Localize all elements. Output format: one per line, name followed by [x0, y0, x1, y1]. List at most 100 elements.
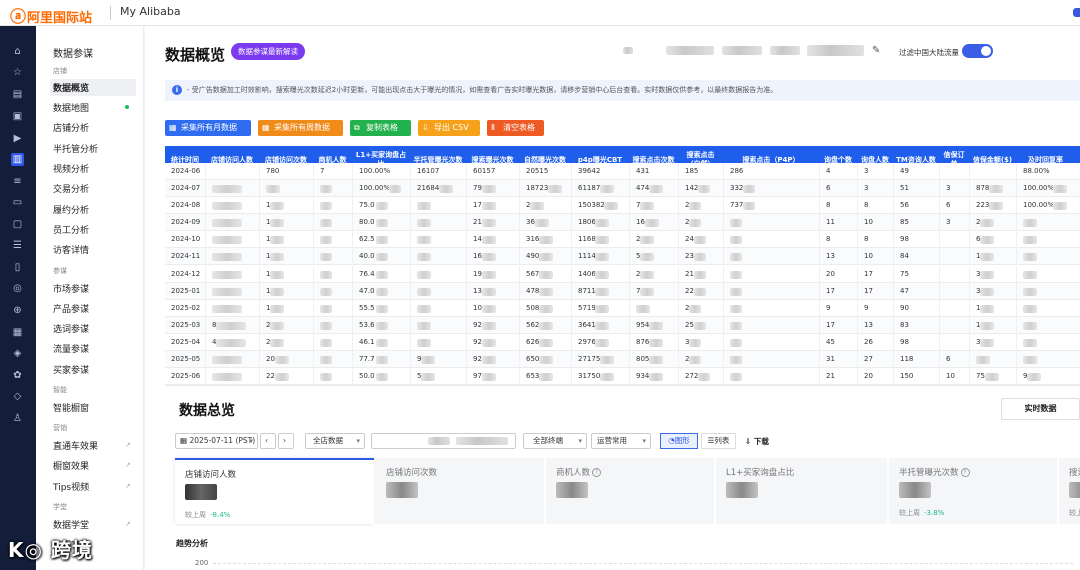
redacted-value — [481, 202, 496, 211]
shield-icon[interactable]: ◈ — [11, 347, 24, 360]
my-alibaba-link[interactable]: My Alibaba — [120, 5, 181, 18]
diamond-icon[interactable]: ◇ — [11, 390, 24, 403]
table-row[interactable]: 2025-04 4 2 46.1 92 626 2976 876 3 45 26 98 3 — [165, 333, 1080, 351]
alibaba-logo[interactable]: ⓐ阿里国际站 — [10, 3, 92, 27]
redacted-value — [648, 338, 663, 347]
video-icon[interactable]: ▶ — [11, 132, 24, 145]
filter-china-toggle[interactable] — [962, 44, 993, 58]
nav-item-product[interactable]: 产品参谋 — [53, 302, 89, 315]
metric-card[interactable]: 店铺访问次数 — [376, 458, 544, 524]
metric-card[interactable]: 商机人数? — [546, 458, 714, 524]
cell-value: 22 — [685, 286, 694, 295]
nav-item-video-analysis[interactable]: 视频分析 — [53, 162, 89, 175]
metric-card[interactable]: 搜索曝光较上周 — [1059, 458, 1080, 524]
table-row[interactable]: 2025-03 8 2 53.6 92 562 3641 954 25 17 13 83 1 — [165, 316, 1080, 334]
table-row[interactable]: 2025-01 1 47.0 13 478 8711 7 22 17 17 47 3 — [165, 282, 1080, 300]
redacted-value — [595, 321, 610, 330]
user-badge[interactable] — [1073, 8, 1080, 17]
nav-item-store-analysis[interactable]: 店铺分析 — [53, 121, 89, 134]
box-icon[interactable]: ▦ — [11, 326, 24, 339]
nav-item-buyer[interactable]: 买家参谋 — [53, 363, 89, 376]
data-chart-icon[interactable]: ▥ — [11, 153, 24, 166]
nav-item-data-school[interactable]: 数据学堂 — [53, 518, 89, 531]
table-row[interactable]: 2024-10 1 62.5 14 316 1168 2 24 8 8 98 6 — [165, 231, 1080, 249]
table-row[interactable]: 2024-12 1 76.4 19 567 1406 2 21 20 17 75 3 — [165, 265, 1080, 283]
table-row[interactable]: 2025-05 20 77.7 9 92 650 27175 805 2 31 27 118 6 — [165, 351, 1080, 368]
nav-item-data-map[interactable]: 数据地图 — [53, 101, 89, 114]
table-row[interactable]: 2024-11 1 40.0 16 490 1114 5 23 13 10 84 1 — [165, 248, 1080, 266]
nav-item-data-overview[interactable]: 数据概览 — [50, 79, 136, 96]
table-row[interactable]: 2025-02 1 55.5 10 508 5719 2 9 9 90 1 — [165, 299, 1080, 317]
order-icon[interactable]: ☰ — [11, 239, 24, 252]
cell-value: 2024-11 — [171, 252, 201, 261]
clipboard-icon[interactable]: ▯ — [11, 261, 24, 274]
table-row[interactable]: 2024-07 100.00% 21684 79 18723 61187 474 142 332… — [165, 180, 1080, 197]
redacted-value — [216, 338, 247, 347]
home-icon[interactable]: ⌂ — [11, 45, 24, 58]
table-cell: 2025-03 — [165, 317, 205, 334]
edit-icon[interactable]: ✎ — [872, 45, 880, 56]
nav-item-semi-managed[interactable]: 半托管分析 — [53, 142, 98, 155]
cart-icon[interactable]: ⊕ — [11, 304, 24, 317]
toolbar-button-1[interactable]: ▦ 采集所有月数据 — [165, 120, 251, 136]
date-picker[interactable]: ▦ 2025-07-11 (PST) ▾ — [175, 433, 258, 449]
table-cell: 2 — [519, 197, 571, 215]
redacted-value — [320, 304, 332, 313]
realtime-data-button[interactable]: 实时数据 — [1001, 398, 1080, 420]
redacted-value — [730, 304, 742, 313]
table-cell: 8 — [857, 197, 893, 215]
download-button[interactable]: ⇩ 下载 — [745, 436, 769, 447]
globe-icon[interactable]: ◎ — [11, 282, 24, 295]
toolbar-button-5[interactable]: Ⅱ 清空表格 — [487, 120, 544, 136]
nav-item-market[interactable]: 市场参谋 — [53, 282, 89, 295]
table-row[interactable]: 2025-06 22 50.0 5 97 653 31750 934 272 21 20 150 10 7… — [165, 368, 1080, 385]
nav-item-showcase-effect[interactable]: 橱窗效果 — [53, 459, 89, 472]
message-icon[interactable]: ▢ — [11, 218, 24, 231]
table-row[interactable]: 2024-08 1 75.0 17 2 150382 7 2 737 8 8 56 6 223 100.00… — [165, 197, 1080, 215]
table-cell: 6 — [939, 351, 969, 368]
redacted-value — [648, 185, 663, 193]
latest-insight-pill[interactable]: 数据参谋最新解读 — [231, 43, 305, 60]
redacted-value — [538, 287, 553, 296]
toolbar-button-3[interactable]: ⧉ 复制表格 — [350, 120, 411, 136]
shop-icon[interactable]: ▤ — [11, 88, 24, 101]
scope-select[interactable]: 全店数据 ▾ — [305, 433, 365, 449]
metric-card[interactable]: 半托管曝光次数? 较上周 -3.8% — [889, 458, 1057, 524]
nav-item-trade-analysis[interactable]: 交易分析 — [53, 182, 89, 195]
table-cell: 6 — [819, 180, 857, 197]
metric-card[interactable]: 店铺访问人数 较上周 -8.4% — [175, 458, 374, 524]
scope-value: 全店数据 — [313, 436, 343, 445]
ticket-icon[interactable]: ▭ — [11, 196, 24, 209]
group-icon[interactable]: ♙ — [11, 412, 24, 425]
terminal-select[interactable]: 全部终端 ▾ — [523, 433, 587, 449]
nav-item-keyword[interactable]: 选词参谋 — [53, 322, 89, 335]
document-icon[interactable]: ≡ — [11, 175, 24, 188]
next-period-button[interactable]: › — [278, 433, 294, 449]
table-row[interactable]: 2024-06 780 7 100.00% 16107 60157 20515 39642 43… — [165, 163, 1080, 180]
store-select[interactable] — [371, 433, 516, 449]
redacted-value — [742, 185, 755, 193]
nav-item-p4p-effect[interactable]: 直通车效果 — [53, 439, 98, 452]
metric-card[interactable]: L1+买家询盘占比 — [716, 458, 887, 524]
table-cell: 2025-04 — [165, 334, 205, 351]
cell-value: 77.7 — [359, 355, 375, 363]
nav-item-traffic[interactable]: 流量参谋 — [53, 342, 89, 355]
nav-item-fulfillment[interactable]: 履约分析 — [53, 203, 89, 216]
chart-view-button[interactable]: ◔图形 — [660, 433, 698, 449]
nav-item-staff-analysis[interactable]: 员工分析 — [53, 223, 89, 236]
nav-item-tips-video[interactable]: Tips视频 — [53, 480, 89, 493]
sprout-icon[interactable]: ✿ — [11, 369, 24, 382]
metric-set-select[interactable]: 运营常用 ▾ — [591, 433, 651, 449]
nav-item-smart-showcase[interactable]: 智能橱窗 — [53, 401, 89, 414]
help-icon[interactable]: ? — [592, 468, 602, 477]
toolbar-button-2[interactable]: ▦ 采集所有周数据 — [258, 120, 343, 136]
star-icon[interactable]: ☆ — [11, 66, 24, 79]
table-row[interactable]: 2024-09 1 80.0 21 36 1806 16 2 11 10 85 3 2 — [165, 214, 1080, 232]
toolbar-button-4[interactable]: ⇩ 导出 CSV — [418, 120, 480, 136]
nav-item-visitor-details[interactable]: 访客详情 — [53, 243, 89, 256]
cell-value: 142 — [685, 184, 699, 192]
help-icon[interactable]: ? — [960, 468, 970, 477]
prev-period-button[interactable]: ‹ — [260, 433, 276, 449]
list-view-button[interactable]: ☰列表 — [701, 433, 736, 449]
product-icon[interactable]: ▣ — [11, 110, 24, 123]
